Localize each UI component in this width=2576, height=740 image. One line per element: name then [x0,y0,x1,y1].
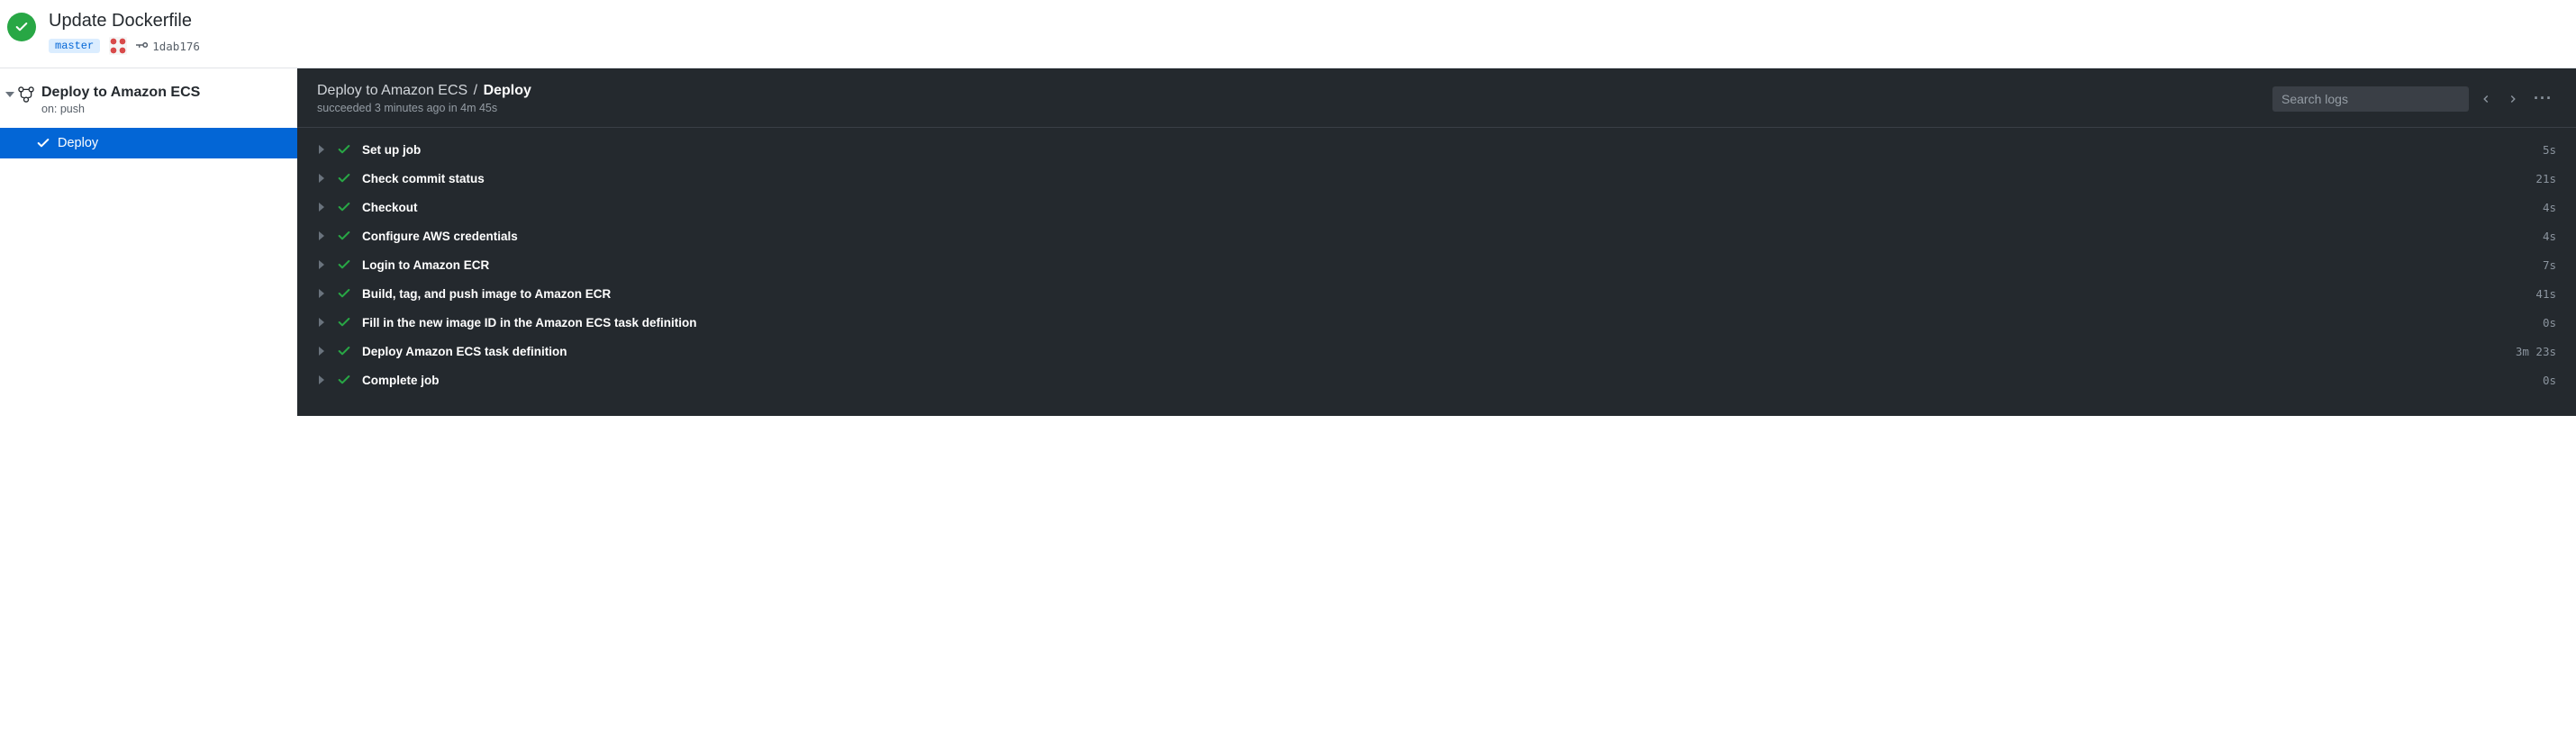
caret-right-icon [317,201,330,214]
workflow-header[interactable]: Deploy to Amazon ECS on: push [0,85,297,115]
step-duration: 41s [2535,287,2556,301]
step-name: Checkout [362,201,2543,214]
step-duration: 5s [2543,143,2556,157]
step-row[interactable]: Check commit status21s [317,164,2556,193]
caret-right-icon [317,374,330,387]
breadcrumb: Deploy to Amazon ECS / Deploy [317,83,531,99]
step-duration: 3m 23s [2516,345,2556,358]
step-name: Deploy Amazon ECS task definition [362,345,2516,358]
step-row[interactable]: Set up job5s [317,135,2556,164]
workflow-trigger: on: push [41,103,200,115]
sidebar-job-selected[interactable]: Deploy [0,128,297,158]
run-status-line: succeeded 3 minutes ago in 4m 45s [317,102,531,114]
commit-sha-link[interactable]: 1dab176 [136,40,200,53]
steps-list: Set up job5sCheck commit status21sChecko… [297,128,2576,394]
breadcrumb-workflow: Deploy to Amazon ECS [317,83,467,98]
step-name: Check commit status [362,172,2535,185]
caret-right-icon [317,172,330,185]
step-row[interactable]: Build, tag, and push image to Amazon ECR… [317,279,2556,308]
caret-right-icon [317,287,330,301]
step-duration: 4s [2543,201,2556,214]
search-logs-input[interactable] [2272,86,2469,112]
step-duration: 0s [2543,374,2556,387]
run-status-success-icon [7,13,36,41]
workflow-sidebar: Deploy to Amazon ECS on: push Deploy [0,68,297,416]
check-icon [337,171,351,185]
step-name: Set up job [362,143,2543,157]
step-name: Configure AWS credentials [362,230,2543,243]
check-icon [337,315,351,329]
breadcrumb-job: Deploy [484,83,531,98]
step-name: Login to Amazon ECR [362,258,2543,272]
step-row[interactable]: Deploy Amazon ECS task definition3m 23s [317,337,2556,365]
workflow-name: Deploy to Amazon ECS [41,85,200,101]
commit-title: Update Dockerfile [49,11,200,32]
log-panel: Deploy to Amazon ECS / Deploy succeeded … [297,68,2576,416]
caret-down-icon[interactable] [5,87,14,102]
step-duration: 21s [2535,172,2556,185]
check-icon [337,200,351,214]
sidebar-job-label: Deploy [58,136,98,150]
step-row[interactable]: Fill in the new image ID in the Amazon E… [317,308,2556,337]
more-menu-button[interactable]: ··· [2530,86,2556,112]
check-icon [337,257,351,272]
step-duration: 7s [2543,258,2556,272]
caret-right-icon [317,345,330,358]
search-prev-button[interactable] [2476,89,2496,109]
step-row[interactable]: Complete job0s [317,365,2556,394]
branch-label[interactable]: master [49,39,100,53]
workflow-icon [18,86,34,103]
breadcrumb-sep: / [472,83,479,98]
step-duration: 0s [2543,316,2556,329]
step-name: Complete job [362,374,2543,387]
step-name: Fill in the new image ID in the Amazon E… [362,316,2543,329]
check-icon [337,344,351,358]
check-icon [337,373,351,387]
check-icon [337,142,351,157]
step-row[interactable]: Login to Amazon ECR7s [317,250,2556,279]
caret-right-icon [317,258,330,272]
avatar[interactable] [109,37,127,55]
step-row[interactable]: Checkout4s [317,193,2556,221]
check-icon [36,136,50,150]
search-next-button[interactable] [2503,89,2523,109]
check-icon [337,286,351,301]
caret-right-icon [317,316,330,329]
caret-right-icon [317,230,330,243]
caret-right-icon [317,143,330,157]
check-icon [337,229,351,243]
step-row[interactable]: Configure AWS credentials4s [317,221,2556,250]
step-duration: 4s [2543,230,2556,243]
commit-sha: 1dab176 [152,40,200,53]
step-name: Build, tag, and push image to Amazon ECR [362,287,2535,301]
page-header: Update Dockerfile master 1dab176 [0,0,2576,68]
